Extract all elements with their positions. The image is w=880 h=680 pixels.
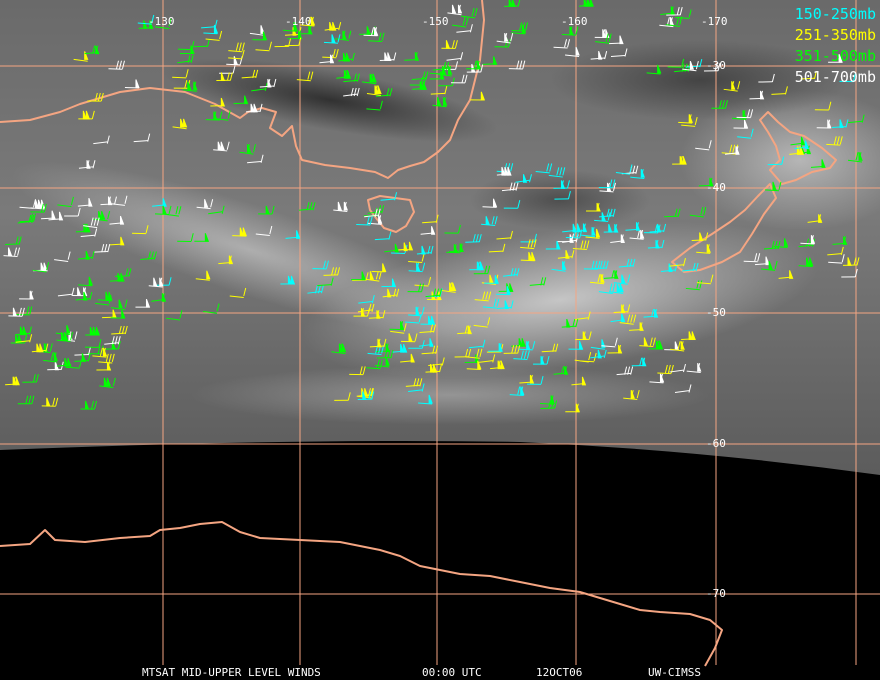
legend-entry-351-500mb: 351-500mb bbox=[794, 47, 876, 65]
footer-caption: MTSAT MID-UPPER LEVEL WINDS 00:00 UTC 12… bbox=[0, 666, 880, 680]
image-date: 12OCT06 bbox=[536, 666, 583, 679]
latitude-label: -50 bbox=[706, 306, 726, 319]
legend-entry-251-350mb: 251-350mb bbox=[794, 26, 876, 44]
legend-entry-501-700mb: 501-700mb bbox=[794, 68, 876, 86]
latitude-label: -60 bbox=[706, 437, 726, 450]
product-title: MTSAT MID-UPPER LEVEL WINDS bbox=[142, 666, 321, 679]
latitude-label: -30 bbox=[706, 59, 726, 72]
longitude-label: -130 bbox=[148, 15, 175, 28]
producer-credit: UW-CIMSS bbox=[648, 666, 701, 679]
longitude-label: -140 bbox=[285, 15, 312, 28]
map-canvas bbox=[0, 0, 880, 667]
dry-slot bbox=[470, 170, 650, 230]
latitude-label: -40 bbox=[706, 181, 726, 194]
satellite-wind-map: -130 -140 -150 -160 -170 -30 -40 -50 -60… bbox=[0, 0, 880, 680]
longitude-label: -170 bbox=[701, 15, 728, 28]
longitude-label: -150 bbox=[422, 15, 449, 28]
longitude-label: -160 bbox=[561, 15, 588, 28]
valid-time: 00:00 UTC bbox=[422, 666, 482, 679]
legend-entry-150-250mb: 150-250mb bbox=[794, 5, 876, 23]
latitude-label: -70 bbox=[706, 587, 726, 600]
